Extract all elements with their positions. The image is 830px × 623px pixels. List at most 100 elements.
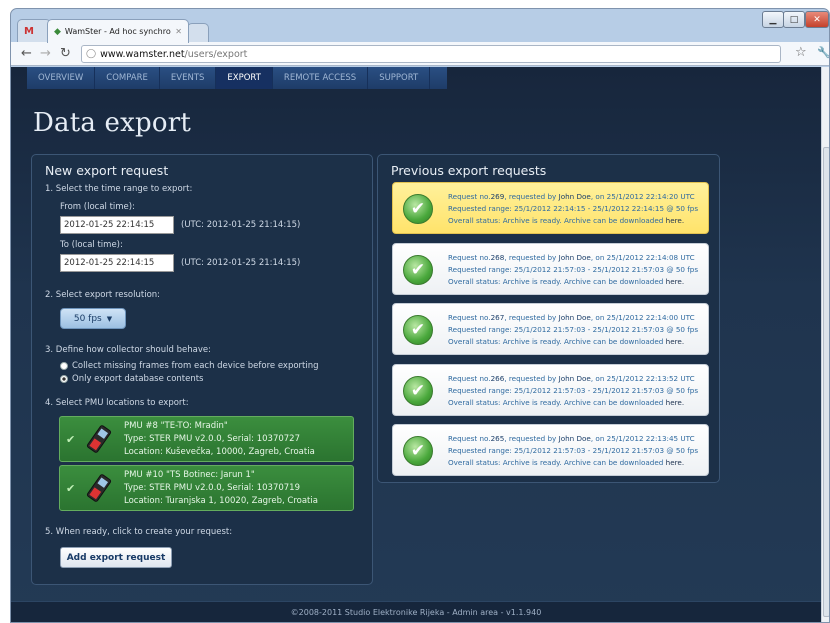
to-time-input[interactable]: [60, 254, 174, 272]
new-tab-button[interactable]: [187, 23, 209, 43]
request-time: 25/1/2012 22:14:08 UTC: [606, 252, 695, 262]
range-line: Requested range: 25/1/2012 22:14:15 - 25…: [448, 204, 699, 213]
add-export-request-button[interactable]: Add export request: [60, 547, 172, 568]
status-text: Overall status: Archive is ready. Archiv…: [448, 458, 664, 467]
request-time: 25/1/2012 22:13:52 UTC: [606, 373, 695, 383]
to-label: To (local time):: [60, 240, 123, 250]
check-circle-icon: ✔: [403, 375, 433, 406]
option2-label: Only export database contents: [72, 374, 204, 384]
menu-remote-access[interactable]: REMOTE ACCESS: [273, 67, 369, 89]
request-number: 267: [490, 313, 505, 322]
page-title: Data export: [33, 108, 191, 138]
status-text: Overall status: Archive is ready. Archiv…: [448, 216, 664, 225]
step4-label: 4. Select PMU locations to export:: [45, 398, 189, 408]
request-line: Request no.267, requested by John Doe, o…: [448, 313, 695, 322]
tab-wamster[interactable]: ◆ WamSter - Ad hoc synchro ✕: [47, 19, 189, 43]
request-time: 25/1/2012 22:13:45 UTC: [606, 434, 695, 443]
export-request-card: ✔ Request no.268, requested by John Doe, …: [392, 242, 709, 295]
panel-title: Previous export requests: [391, 163, 547, 178]
maximize-button[interactable]: □: [783, 11, 805, 28]
pmu-item[interactable]: ✔ PMU #10 "TS Botinec: Jarun 1" Type: ST…: [59, 465, 354, 511]
tab-close-icon[interactable]: ✕: [175, 27, 182, 36]
step3-label: 3. Define how collector should behave:: [45, 345, 211, 355]
option-only-database[interactable]: Only export database contents: [60, 374, 204, 384]
status-text: Overall status: Archive is ready. Archiv…: [448, 397, 664, 407]
main-menu: OVERVIEW COMPARE EVENTS EXPORT REMOTE AC…: [27, 67, 447, 89]
menu-export[interactable]: EXPORT: [216, 67, 273, 89]
url-host: www.wamster.net: [100, 48, 185, 60]
request-user: John Doe: [558, 434, 591, 443]
tab-label: WamSter - Ad hoc synchro: [64, 27, 171, 36]
pmu-device-icon: [86, 474, 112, 502]
from-label: From (local time):: [60, 202, 135, 212]
download-link[interactable]: here.: [666, 337, 684, 346]
range-line: Requested range: 25/1/2012 21:57:03 - 25…: [448, 264, 699, 274]
export-request-card: ✔ Request no.266, requested by John Doe, …: [392, 363, 709, 416]
request-time: 25/1/2012 22:14:20 UTC: [606, 192, 695, 201]
checkmark-icon: ✔: [66, 433, 76, 446]
to-utc: (UTC: 2012-01-25 21:14:15): [181, 258, 301, 268]
step2-label: 2. Select export resolution:: [45, 290, 161, 300]
request-number: 266: [490, 373, 505, 383]
pmu-device-icon: [86, 425, 112, 453]
pmu-name: PMU #8 "TE-TO: Mradin": [124, 421, 228, 431]
request-number: 265: [490, 434, 505, 443]
chevron-down-icon: ▼: [106, 314, 113, 323]
request-range: 25/1/2012 21:57:03 - 25/1/2012 21:57:03 …: [514, 264, 699, 274]
panel-title: New export request: [45, 163, 169, 178]
menu-overview[interactable]: OVERVIEW: [27, 67, 96, 89]
browser-toolbar: ← → ↻ ◯ www.wamster.net/users/export ☆ 🔧: [11, 42, 829, 66]
resolution-dropdown[interactable]: 50 fps ▼: [60, 308, 126, 329]
menu-compare[interactable]: COMPARE: [95, 67, 160, 89]
previous-requests-panel: Previous export requests ✔ Request no.269…: [377, 154, 720, 483]
url-path: /users/export: [184, 48, 248, 60]
address-bar[interactable]: ◯ www.wamster.net/users/export: [81, 45, 781, 63]
status-line: Overall status: Archive is ready. Archiv…: [448, 216, 684, 225]
page-content: OVERVIEW COMPARE EVENTS EXPORT REMOTE AC…: [11, 67, 821, 622]
request-line: Request no.265, requested by John Doe, o…: [448, 434, 695, 443]
tab-strip: M ◆ WamSter - Ad hoc synchro ✕ ▁ □ ✕: [11, 9, 829, 43]
download-link[interactable]: here.: [666, 398, 684, 407]
request-user: John Doe: [558, 252, 591, 262]
status-text: Overall status: Archive is ready. Archiv…: [448, 276, 664, 286]
export-request-card: ✔ Request no.265, requested by John Doe, …: [392, 424, 709, 476]
bookmark-star-icon[interactable]: ☆: [795, 45, 807, 60]
request-line: Request no.266, requested by John Doe, o…: [448, 373, 695, 383]
radio-collect[interactable]: [60, 362, 68, 370]
export-request-card: ✔ Request no.269, requested by John Doe, …: [392, 182, 709, 234]
request-line: Request no.268, requested by John Doe, o…: [448, 252, 695, 262]
download-link[interactable]: here.: [666, 277, 684, 286]
back-icon[interactable]: ←: [21, 46, 32, 61]
from-time-input[interactable]: [60, 216, 174, 234]
pmu-location: Location: Kuševečka, 10000, Zagreb, Croa…: [124, 447, 315, 457]
reload-icon[interactable]: ↻: [60, 46, 71, 61]
option1-label: Collect missing frames from each device …: [72, 361, 319, 371]
footer: ©2008-2011 Studio Elektronike Rijeka - A…: [11, 601, 821, 622]
export-request-card: ✔ Request no.267, requested by John Doe, …: [392, 303, 709, 355]
request-user: John Doe: [558, 313, 591, 322]
download-link[interactable]: here.: [666, 216, 684, 225]
forward-icon[interactable]: →: [40, 46, 51, 61]
range-line: Requested range: 25/1/2012 21:57:03 - 25…: [448, 325, 699, 334]
menu-events[interactable]: EVENTS: [160, 67, 217, 89]
tab-gmail[interactable]: M: [17, 19, 51, 43]
browser-window: M ◆ WamSter - Ad hoc synchro ✕ ▁ □ ✕ ← →…: [10, 8, 830, 623]
menu-support[interactable]: SUPPORT: [368, 67, 431, 89]
scrollbar-thumb[interactable]: [823, 147, 829, 617]
close-button[interactable]: ✕: [805, 11, 829, 28]
request-user: John Doe: [558, 192, 591, 201]
minimize-button[interactable]: ▁: [762, 11, 784, 28]
pmu-type: Type: STER PMU v2.0.0, Serial: 10370727: [124, 434, 300, 444]
option-collect-missing[interactable]: Collect missing frames from each device …: [60, 361, 319, 371]
radio-only-db[interactable]: [60, 375, 68, 383]
checkmark-icon: ✔: [66, 482, 76, 495]
pmu-type: Type: STER PMU v2.0.0, Serial: 10370719: [124, 483, 300, 493]
pmu-location: Location: Turanjska 1, 10020, Zagreb, Cr…: [124, 496, 318, 506]
scrollbar[interactable]: [821, 67, 829, 622]
pmu-item[interactable]: ✔ PMU #8 "TE-TO: Mradin" Type: STER PMU …: [59, 416, 354, 462]
download-link[interactable]: here.: [666, 458, 684, 467]
check-circle-icon: ✔: [403, 194, 433, 224]
resolution-value: 50 fps: [73, 313, 102, 324]
request-range: 25/1/2012 21:57:03 - 25/1/2012 21:57:03 …: [514, 385, 699, 395]
wrench-icon[interactable]: 🔧: [817, 46, 829, 59]
